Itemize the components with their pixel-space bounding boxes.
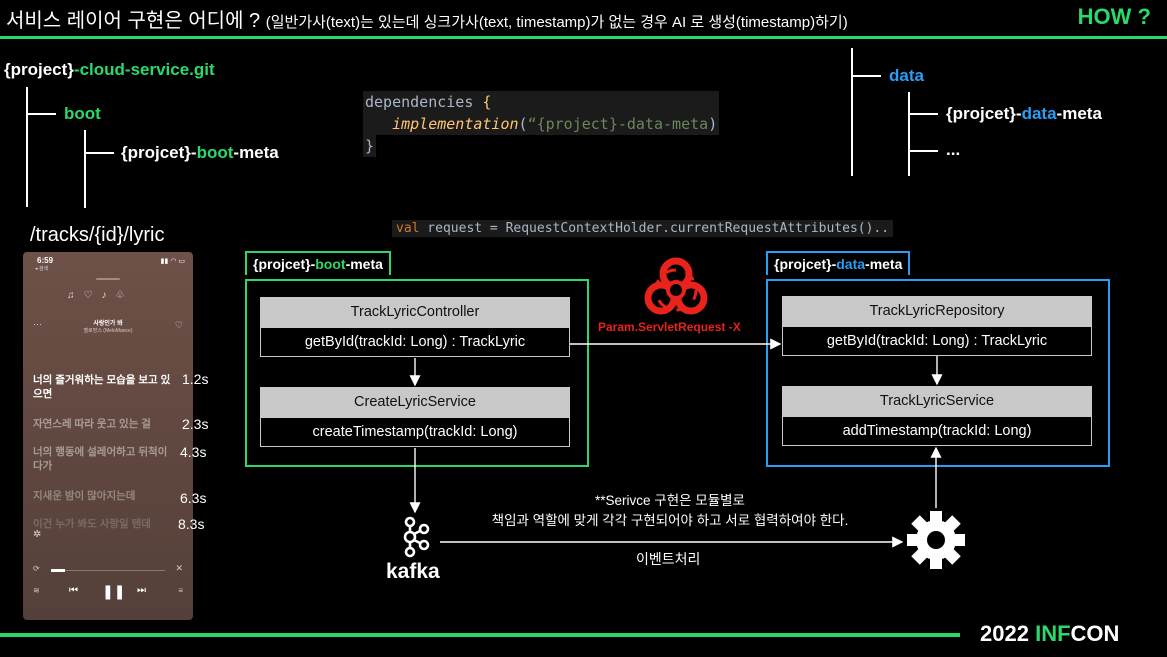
footer-con: CON (1070, 621, 1120, 646)
biohazard-label: Param.ServletRequest -X (598, 320, 741, 334)
kafka-icon (403, 516, 430, 558)
event-label: 이벤트처리 (636, 551, 701, 567)
infcon-logo: 2022 INFCON (980, 621, 1119, 647)
biohazard-icon (644, 257, 708, 315)
kafka-label: kafka (386, 560, 440, 583)
footer-year: 2022 (980, 621, 1029, 646)
gear-icon (907, 511, 965, 569)
note-line-2: 책임과 역할에 맞게 각각 구현되어야 하고 서로 협력하여야 한다. (491, 513, 849, 528)
footer-inf: INF (1035, 621, 1071, 646)
footer-divider (0, 633, 960, 637)
connector-arrows (409, 338, 943, 548)
note-line-1: **Serivce 구현은 모듈별로 (595, 493, 745, 508)
